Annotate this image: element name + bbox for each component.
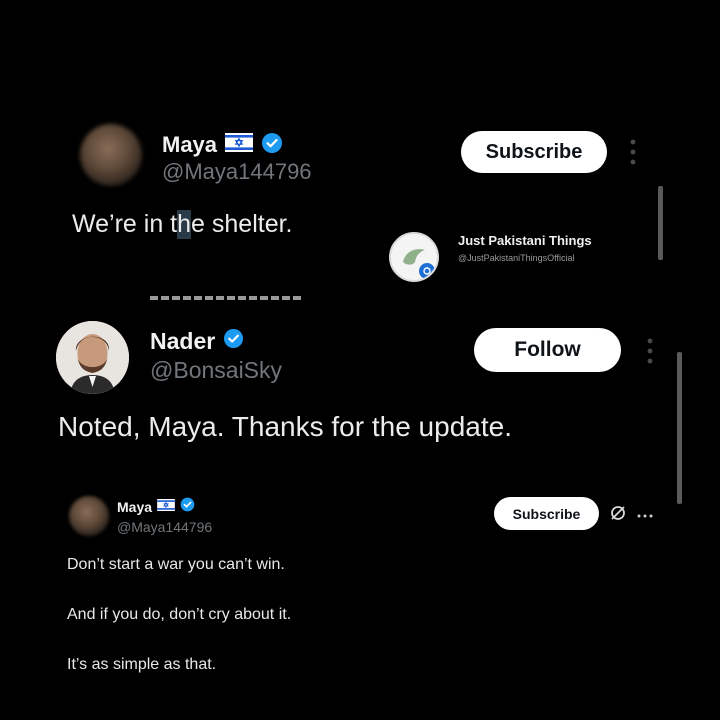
author-row: Nader: [150, 326, 244, 356]
author-row: Maya: [162, 130, 283, 160]
more-options-icon[interactable]: [628, 138, 638, 168]
verified-badge-icon: [223, 328, 244, 354]
tweet-text: Noted, Maya. Thanks for the update.: [58, 411, 512, 442]
author-name[interactable]: Nader: [150, 328, 215, 355]
tweet-text: We’re in the shelter.: [72, 210, 293, 239]
subscribe-button[interactable]: Subscribe: [461, 131, 607, 173]
follow-button[interactable]: Follow: [474, 328, 621, 372]
scrollbar[interactable]: [658, 186, 663, 260]
cut-off-text: [150, 296, 304, 300]
subscribe-button[interactable]: Subscribe: [494, 497, 599, 530]
grok-icon[interactable]: [609, 504, 627, 522]
author-name[interactable]: Maya: [117, 499, 152, 515]
verified-badge-icon: [180, 497, 195, 517]
author-handle[interactable]: @Maya144796: [162, 159, 312, 185]
author-row: Maya: [117, 497, 195, 517]
author-name[interactable]: Maya: [162, 132, 217, 158]
avatar[interactable]: [69, 496, 109, 536]
israel-flag-icon: [157, 498, 175, 516]
more-options-icon[interactable]: [645, 337, 655, 367]
watermark-logo: [389, 232, 439, 282]
author-handle[interactable]: @BonsaiSky: [150, 357, 282, 384]
avatar[interactable]: [56, 321, 129, 394]
israel-flag-icon: [225, 133, 254, 157]
avatar[interactable]: [80, 124, 142, 186]
text-selection: h: [177, 210, 192, 239]
watermark-handle: @JustPakistaniThingsOfficial: [458, 253, 575, 263]
tweet-line: And if you do, don’t cry about it.: [67, 606, 292, 623]
more-options-icon[interactable]: [636, 508, 654, 518]
tweet-line: Don’t start a war you can’t win.: [67, 556, 285, 573]
scrollbar[interactable]: [677, 352, 682, 504]
author-handle[interactable]: @Maya144796: [117, 519, 212, 535]
verified-badge-icon: [261, 132, 283, 159]
tweet-line: It’s as simple as that.: [67, 656, 217, 673]
watermark-name: Just Pakistani Things: [458, 233, 592, 248]
